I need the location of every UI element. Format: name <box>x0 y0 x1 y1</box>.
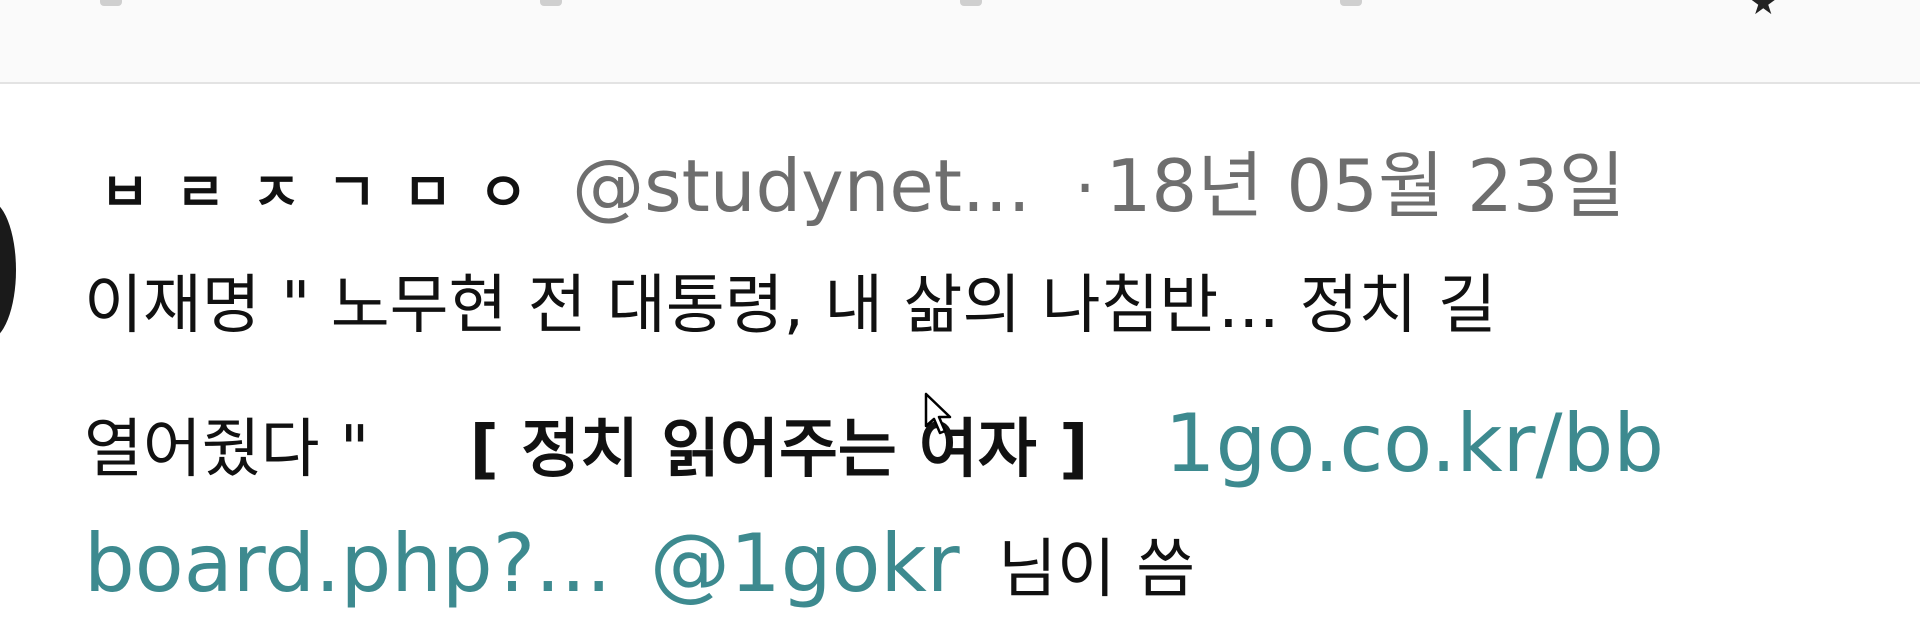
user-handle[interactable]: @studynet... <box>572 144 1031 228</box>
meta-separator: · <box>1074 150 1096 227</box>
tweet-text-line-2: 열어줬다 " [ 정치 읽어주는 여자 ] 1go.co.kr/bb <box>84 404 1664 484</box>
stats-icon[interactable] <box>1340 0 1362 6</box>
tweet-link-continued[interactable]: board.php?... <box>84 517 611 610</box>
avatar[interactable] <box>0 200 16 340</box>
mouse-pointer-icon <box>924 392 954 440</box>
tweet-text: 이재명 " 노무현 전 대통령, 내 삶의 나침반... 정치 길 <box>84 269 1497 343</box>
reply-icon[interactable] <box>100 0 122 6</box>
mention-link[interactable]: @1gokr <box>650 517 960 610</box>
retweet-icon[interactable] <box>540 0 562 6</box>
tweet-text-line-1: 이재명 " 노무현 전 대통령, 내 삶의 나침반... 정치 길 <box>84 274 1497 338</box>
divider <box>0 82 1920 84</box>
tweet-text: 열어줬다 " <box>84 413 370 487</box>
tweet-action-bar: ★ <box>0 0 1920 82</box>
bookmark-star-icon[interactable]: ★ <box>1748 0 1778 20</box>
tweet-text-line-3: board.php?... @1gokr 님이 씀 <box>84 524 1195 604</box>
bracket-title: [ 정치 읽어주는 여자 ] <box>469 413 1089 487</box>
like-icon[interactable] <box>960 0 982 6</box>
tweet-text: 님이 씀 <box>998 533 1195 607</box>
timestamp[interactable]: 18년 05월 23일 <box>1106 144 1625 228</box>
tweet-link[interactable]: 1go.co.kr/bb <box>1165 397 1664 490</box>
tweet-header: ㅂㄹㅈㄱㅁㅇ @studynet... · 18년 05월 23일 <box>100 150 1625 222</box>
display-name[interactable]: ㅂㄹㅈㄱㅁㅇ <box>100 161 554 224</box>
